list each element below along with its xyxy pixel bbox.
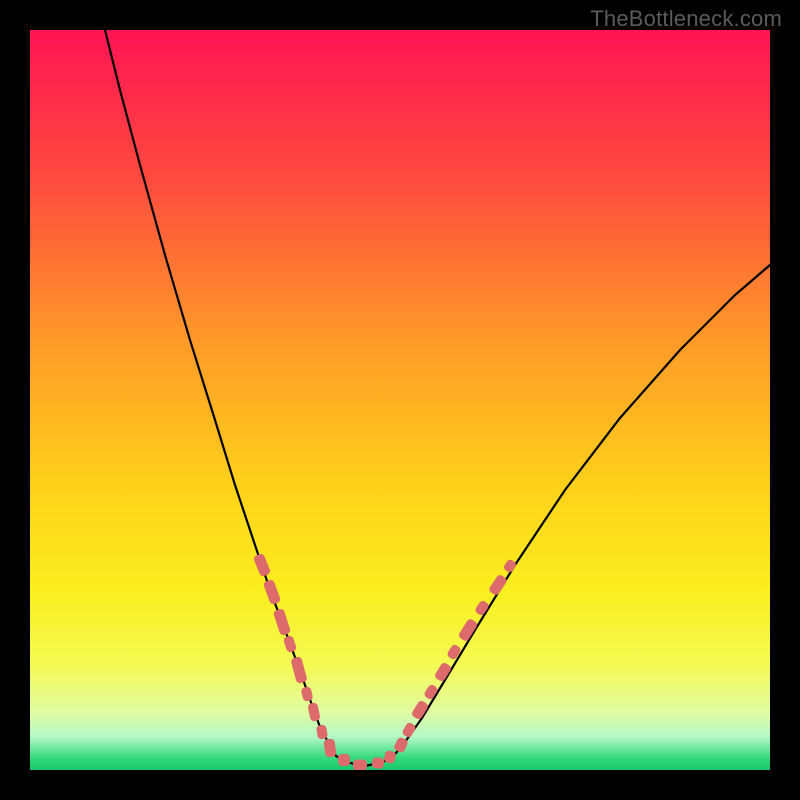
data-marker — [371, 757, 384, 769]
data-marker — [253, 553, 271, 578]
plot-area — [30, 30, 770, 770]
curve-path — [105, 30, 770, 766]
data-marker — [338, 754, 351, 767]
watermark-text: TheBottleneck.com — [590, 6, 782, 32]
data-marker — [423, 683, 439, 700]
data-marker — [401, 721, 417, 738]
data-marker — [300, 686, 313, 702]
data-marker — [353, 760, 367, 771]
data-marker — [474, 599, 490, 616]
data-marker — [383, 750, 397, 764]
chart-frame: TheBottleneck.com — [0, 0, 800, 800]
bottleneck-curve — [105, 30, 770, 766]
data-marker — [263, 579, 282, 605]
data-marker — [316, 724, 328, 740]
data-marker — [283, 635, 297, 653]
chart-overlay — [30, 30, 770, 770]
data-marker — [307, 702, 321, 722]
data-marker — [323, 738, 336, 757]
data-marker — [290, 656, 307, 684]
data-marker — [502, 558, 517, 574]
data-marker — [488, 574, 508, 597]
data-marker — [273, 608, 291, 636]
data-marker — [446, 643, 462, 660]
data-markers — [253, 553, 518, 770]
